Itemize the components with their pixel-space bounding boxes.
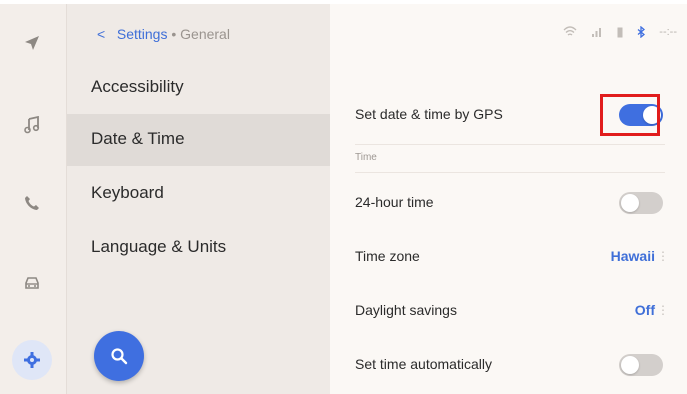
divider bbox=[355, 172, 665, 173]
breadcrumb-parent[interactable]: Settings bbox=[117, 26, 168, 42]
timezone-label: Time zone bbox=[355, 248, 420, 264]
detail-panel: --:-- Set date & time by GPS Time 24-hou… bbox=[330, 4, 687, 394]
settings-rail-button[interactable] bbox=[12, 340, 52, 380]
menu-item-keyboard[interactable]: Keyboard bbox=[67, 168, 330, 220]
settings-menu: < Settings • General Accessibility Date … bbox=[67, 4, 330, 394]
timezone-value[interactable]: Hawaii bbox=[611, 248, 655, 264]
hour24-toggle[interactable] bbox=[619, 192, 663, 214]
hour24-label: 24-hour time bbox=[355, 194, 434, 210]
toggle-knob bbox=[621, 356, 639, 374]
divider bbox=[355, 144, 665, 145]
search-button[interactable] bbox=[94, 331, 144, 381]
status-clock: --:-- bbox=[659, 26, 677, 38]
toggle-knob bbox=[621, 194, 639, 212]
gear-icon bbox=[24, 352, 40, 368]
status-bar: --:-- bbox=[563, 26, 677, 38]
auto-time-label: Set time automatically bbox=[355, 356, 492, 372]
menu-item-label: Keyboard bbox=[91, 183, 164, 202]
more-icon: ⋮ bbox=[657, 249, 669, 263]
auto-time-toggle[interactable] bbox=[619, 354, 663, 376]
gps-label: Set date & time by GPS bbox=[355, 106, 503, 122]
menu-item-label: Date & Time bbox=[91, 129, 185, 148]
highlight-box bbox=[600, 94, 660, 136]
back-button[interactable]: < bbox=[97, 26, 105, 42]
section-label-time: Time bbox=[355, 152, 377, 163]
daylight-value[interactable]: Off bbox=[635, 302, 655, 318]
breadcrumb: < Settings • General bbox=[97, 26, 230, 42]
menu-item-label: Accessibility bbox=[91, 77, 184, 96]
breadcrumb-current: General bbox=[180, 26, 230, 42]
menu-item-language-units[interactable]: Language & Units bbox=[67, 222, 330, 274]
setting-row-24-hour[interactable]: 24-hour time bbox=[355, 176, 687, 230]
daylight-label: Daylight savings bbox=[355, 302, 457, 318]
search-icon bbox=[111, 348, 128, 365]
bluetooth-icon bbox=[637, 26, 646, 38]
music-icon[interactable] bbox=[17, 110, 47, 140]
more-icon: ⋮ bbox=[657, 303, 669, 317]
setting-row-auto-time[interactable]: Set time automatically bbox=[355, 338, 687, 392]
menu-item-accessibility[interactable]: Accessibility bbox=[67, 62, 330, 114]
app-rail bbox=[0, 4, 67, 394]
wifi-icon bbox=[563, 26, 577, 36]
breadcrumb-separator: • bbox=[171, 26, 177, 42]
menu-item-date-time[interactable]: Date & Time bbox=[67, 114, 330, 166]
signal-icon bbox=[592, 28, 602, 37]
car-icon[interactable] bbox=[17, 268, 47, 298]
navigation-icon[interactable] bbox=[17, 28, 47, 58]
setting-row-daylight-savings[interactable]: Daylight savings Off ⋮ bbox=[355, 284, 687, 338]
battery-icon bbox=[617, 27, 623, 38]
setting-row-time-zone[interactable]: Time zone Hawaii ⋮ bbox=[355, 230, 687, 284]
menu-item-label: Language & Units bbox=[91, 237, 227, 256]
phone-icon[interactable] bbox=[17, 188, 47, 218]
